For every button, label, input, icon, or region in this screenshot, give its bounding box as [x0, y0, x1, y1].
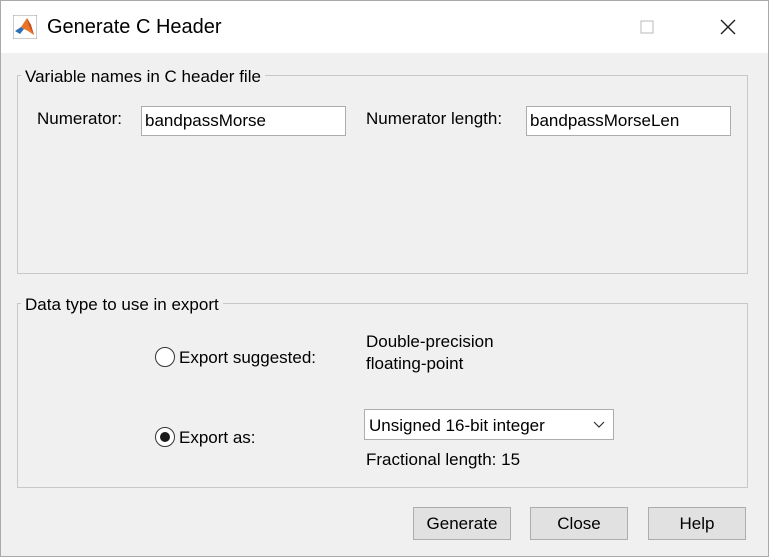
export-as-radio[interactable] [155, 427, 175, 447]
export-suggested-label[interactable]: Export suggested: [179, 348, 316, 368]
export-as-dropdown[interactable]: Unsigned 16-bit integer [364, 409, 614, 440]
numerator-length-input[interactable] [526, 106, 731, 136]
export-suggested-radio[interactable] [155, 347, 175, 367]
variable-names-group-label: Variable names in C header file [21, 67, 265, 87]
suggested-type-line1: Double-precision [366, 332, 494, 351]
export-as-selected-value: Unsigned 16-bit integer [369, 416, 545, 435]
close-button[interactable]: Close [530, 507, 628, 540]
numerator-length-label: Numerator length: [366, 109, 503, 128]
variable-names-group [17, 75, 748, 274]
maximize-icon[interactable] [633, 13, 661, 41]
radio-selected-dot [160, 432, 170, 442]
data-type-group-label: Data type to use in export [21, 295, 223, 315]
generate-button[interactable]: Generate [413, 507, 511, 540]
generate-c-header-dialog: Generate C Header Variable names in C he… [0, 0, 769, 557]
export-as-label[interactable]: Export as: [179, 428, 256, 448]
suggested-type-line2: floating-point [366, 354, 464, 373]
title-bar[interactable]: Generate C Header [1, 1, 768, 53]
help-button[interactable]: Help [648, 507, 746, 540]
matlab-logo-icon [13, 15, 37, 39]
chevron-down-icon [593, 421, 605, 428]
fractional-length-text: Fractional length: 15 [366, 450, 521, 469]
numerator-label: Numerator: [37, 109, 123, 128]
close-icon[interactable] [714, 13, 742, 41]
numerator-input[interactable] [141, 106, 346, 136]
window-title: Generate C Header [47, 16, 222, 38]
